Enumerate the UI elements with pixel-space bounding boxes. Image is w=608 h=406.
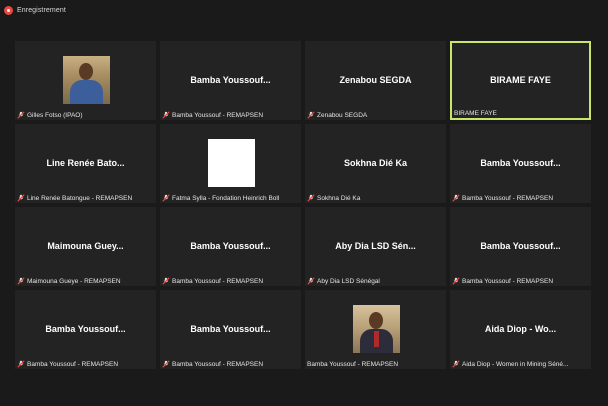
participant-tile[interactable]: Bamba Youssouf... Bamba Youssouf - REMAPS…: [160, 207, 301, 286]
mic-muted-icon: [17, 111, 25, 119]
record-icon: [4, 5, 13, 15]
participant-display-name: Maimouna Guey...: [47, 241, 124, 251]
participant-name: Zenabou SEGDA: [317, 111, 368, 119]
participant-video: [208, 139, 255, 187]
participant-name: Bamba Youssouf - REMAPSEN: [27, 360, 119, 368]
participant-tile[interactable]: Fatma Sylla - Fondation Heinrich Boll: [160, 124, 301, 203]
participant-tile[interactable]: Aida Diop - Wo... Aida Diop - Women in Mi…: [450, 290, 591, 369]
participant-name: Bamba Youssouf - REMAPSEN: [307, 361, 399, 368]
mic-muted-icon: [307, 277, 315, 285]
mic-muted-icon: [452, 277, 460, 285]
participant-display-name: BIRAME FAYE: [490, 75, 551, 85]
participant-tile[interactable]: Bamba Youssouf... Bamba Youssouf - REMAPS…: [450, 207, 591, 286]
recording-indicator[interactable]: Enregistrement: [4, 3, 66, 17]
mic-muted-icon: [17, 194, 25, 202]
participant-name: Sokhna Dié Ka: [317, 194, 361, 202]
mic-muted-icon: [162, 194, 170, 202]
participant-display-name: Bamba Youssouf...: [480, 241, 561, 251]
participant-caption: Zenabou SEGDA: [307, 111, 444, 119]
participant-display-name: Aida Diop - Wo...: [484, 324, 557, 334]
participant-name: Gilles Fotso (IPAO): [27, 111, 83, 119]
participant-display-name: Bamba Youssouf...: [190, 75, 271, 85]
participant-name: Bamba Youssouf - REMAPSEN: [172, 360, 264, 368]
participant-tile[interactable]: Bamba Youssouf... Bamba Youssouf - REMAPS…: [450, 124, 591, 203]
participant-gallery: Gilles Fotso (IPAO) Bamba Youssouf... Bamb…: [15, 41, 591, 369]
mic-muted-icon: [452, 194, 460, 202]
mic-muted-icon: [452, 360, 460, 368]
participant-caption: Sokhna Dié Ka: [307, 194, 444, 202]
participant-display-name: Sokhna Dié Ka: [343, 158, 408, 168]
participant-name: Aida Diop - Women in Mining Séné...: [462, 360, 569, 368]
participant-name: Bamba Youssouf - REMAPSEN: [172, 277, 264, 285]
participant-tile[interactable]: BIRAME FAYE BIRAME FAYE: [450, 41, 591, 120]
participant-tile[interactable]: Bamba Youssouf... Bamba Youssouf - REMAPS…: [160, 41, 301, 120]
participant-video: [63, 56, 110, 104]
participant-tile[interactable]: Zenabou SEGDA Zenabou SEGDA: [305, 41, 446, 120]
participant-name: Line Renée Batongue - REMAPSEN: [27, 194, 133, 202]
participant-caption: Aida Diop - Women in Mining Séné...: [452, 360, 589, 368]
participant-caption: Fatma Sylla - Fondation Heinrich Boll: [162, 194, 299, 202]
participant-caption: Bamba Youssouf - REMAPSEN: [162, 111, 299, 119]
participant-display-name: Bamba Youssouf...: [45, 324, 126, 334]
participant-name: Fatma Sylla - Fondation Heinrich Boll: [172, 194, 280, 202]
participant-name: Maimouna Gueye - REMAPSEN: [27, 277, 121, 285]
participant-caption: Gilles Fotso (IPAO): [17, 111, 154, 119]
recording-label: Enregistrement: [17, 6, 66, 14]
participant-caption: Bamba Youssouf - REMAPSEN: [452, 277, 589, 285]
participant-display-name: Zenabou SEGDA: [339, 75, 412, 85]
mic-muted-icon: [162, 360, 170, 368]
participant-display-name: Bamba Youssouf...: [480, 158, 561, 168]
participant-display-name: Bamba Youssouf...: [190, 324, 271, 334]
participant-caption: Bamba Youssouf - REMAPSEN: [452, 194, 589, 202]
participant-name: Bamba Youssouf - REMAPSEN: [462, 194, 554, 202]
participant-caption: Line Renée Batongue - REMAPSEN: [17, 194, 154, 202]
participant-caption: Bamba Youssouf - REMAPSEN: [162, 277, 299, 285]
participant-tile[interactable]: Line Renée Bato... Line Renée Batongue - …: [15, 124, 156, 203]
participant-tile[interactable]: Bamba Youssouf - REMAPSEN: [305, 290, 446, 369]
participant-tile[interactable]: Sokhna Dié Ka Sokhna Dié Ka: [305, 124, 446, 203]
participant-caption: Bamba Youssouf - REMAPSEN: [17, 360, 154, 368]
participant-name: Bamba Youssouf - REMAPSEN: [462, 277, 554, 285]
participant-name: Aby Dia LSD Sénégal: [317, 277, 380, 285]
participant-tile[interactable]: Aby Dia LSD Sén... Aby Dia LSD Sénégal: [305, 207, 446, 286]
participant-caption: Maimouna Gueye - REMAPSEN: [17, 277, 154, 285]
participant-tile[interactable]: Gilles Fotso (IPAO): [15, 41, 156, 120]
participant-display-name: Aby Dia LSD Sén...: [335, 241, 416, 251]
participant-display-name: Line Renée Bato...: [46, 158, 125, 168]
participant-tile[interactable]: Bamba Youssouf... Bamba Youssouf - REMAPS…: [160, 290, 301, 369]
participant-name: Bamba Youssouf - REMAPSEN: [172, 111, 264, 119]
mic-muted-icon: [17, 277, 25, 285]
participant-caption: Aby Dia LSD Sénégal: [307, 277, 444, 285]
participant-tile[interactable]: Maimouna Guey... Maimouna Gueye - REMAPSE…: [15, 207, 156, 286]
participant-tile[interactable]: Bamba Youssouf... Bamba Youssouf - REMAPS…: [15, 290, 156, 369]
participant-caption: Bamba Youssouf - REMAPSEN: [307, 361, 444, 368]
mic-muted-icon: [162, 111, 170, 119]
mic-muted-icon: [162, 277, 170, 285]
participant-caption: Bamba Youssouf - REMAPSEN: [162, 360, 299, 368]
participant-name: BIRAME FAYE: [454, 110, 497, 117]
participant-caption: BIRAME FAYE: [454, 110, 587, 117]
mic-muted-icon: [307, 111, 315, 119]
mic-muted-icon: [17, 360, 25, 368]
participant-display-name: Bamba Youssouf...: [190, 241, 271, 251]
participant-video: [353, 305, 400, 353]
mic-muted-icon: [307, 194, 315, 202]
